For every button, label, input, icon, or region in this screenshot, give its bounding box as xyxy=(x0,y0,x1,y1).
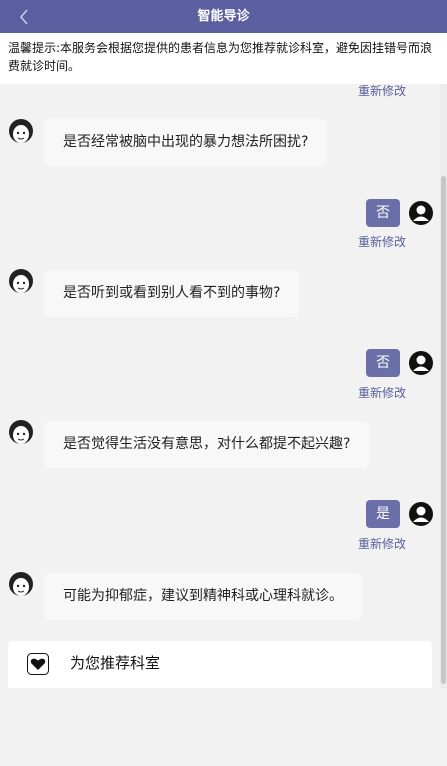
chat-area: 重新修改 是否经常被脑中出现的暴力想法所困扰? 否 重新修改 是否听到或看到别人… xyxy=(0,84,440,688)
user-avatar-icon xyxy=(408,501,434,527)
bot-avatar-icon xyxy=(8,267,34,297)
user-avatar-icon xyxy=(408,350,434,376)
bot-avatar-icon xyxy=(8,418,34,448)
edit-answer-link[interactable]: 重新修改 xyxy=(358,84,406,99)
bot-avatar-icon xyxy=(8,117,34,147)
edit-answer-link[interactable]: 重新修改 xyxy=(358,233,406,250)
answer-bubble[interactable]: 是 xyxy=(366,500,400,528)
answer-bubble[interactable]: 否 xyxy=(366,349,400,377)
conclusion-bubble: 可能为抑郁症，建议到精神科或心理科就诊。 xyxy=(44,573,362,620)
bot-avatar-icon xyxy=(8,570,34,600)
page-title: 智能导诊 xyxy=(197,9,250,24)
heart-icon xyxy=(27,653,49,675)
scrollbar-thumb[interactable] xyxy=(441,176,446,684)
edit-answer-link[interactable]: 重新修改 xyxy=(358,535,406,552)
recommend-label: 为您推荐科室 xyxy=(70,654,161,672)
question-bubble: 是否觉得生活没有意思，对什么都提不起兴趣? xyxy=(44,421,370,468)
answer-bubble[interactable]: 否 xyxy=(366,199,400,227)
question-bubble: 是否经常被脑中出现的暴力想法所困扰? xyxy=(44,119,328,166)
question-bubble: 是否听到或看到别人看不到的事物? xyxy=(44,270,300,317)
tip-notice: 温馨提示:本服务会根据您提供的患者信息为您推荐就诊科室，避免因挂错号而浪费就诊时… xyxy=(0,33,447,84)
edit-answer-link[interactable]: 重新修改 xyxy=(358,384,406,401)
user-avatar-icon xyxy=(408,200,434,226)
chat-scrollbar[interactable] xyxy=(440,84,447,688)
recommend-department-button[interactable]: 为您推荐科室 xyxy=(8,641,432,688)
header-bar: 智能导诊 xyxy=(0,0,447,33)
